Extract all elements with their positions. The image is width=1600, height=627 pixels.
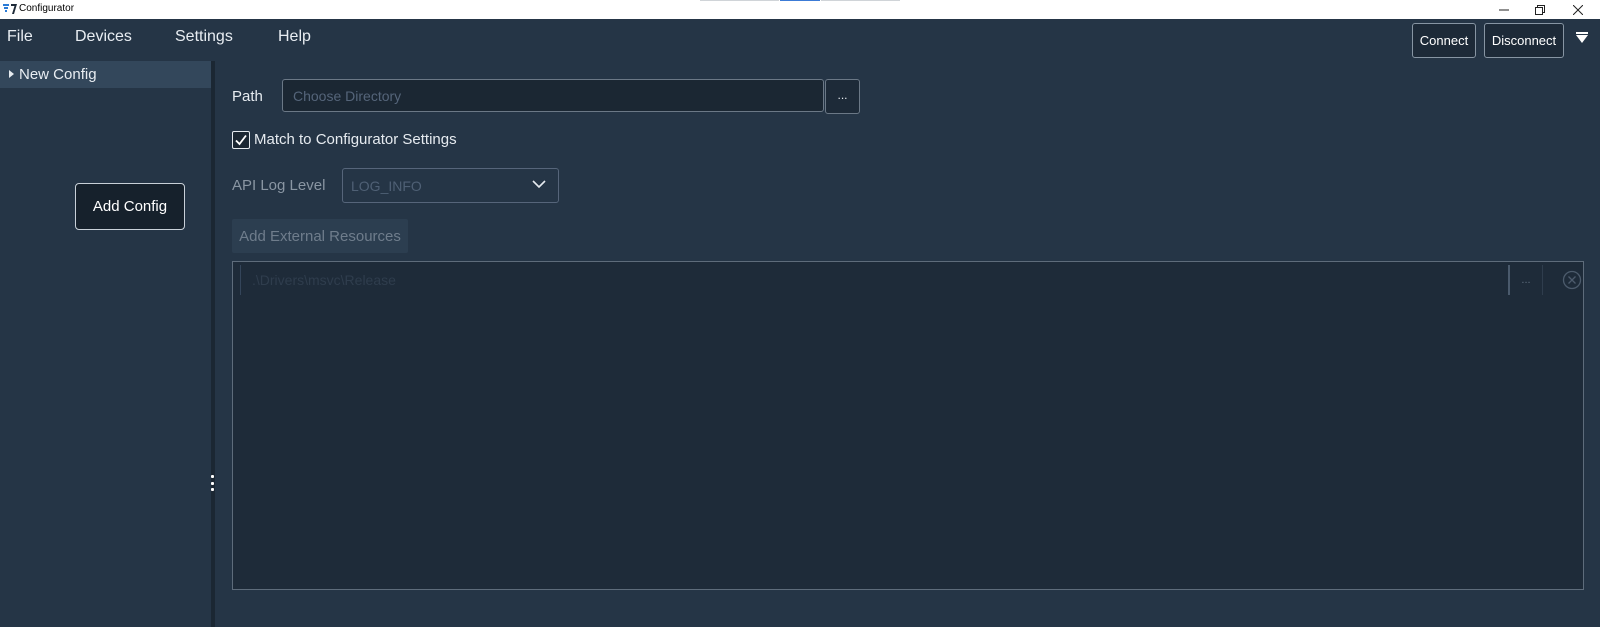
match-settings-checkbox[interactable]: [232, 131, 250, 149]
title-bar-decoration: [700, 0, 900, 2]
config-sidebar: New Config Add Config: [0, 61, 211, 627]
checkmark-icon: [235, 134, 247, 146]
splitter[interactable]: [211, 61, 215, 627]
list-item: ...: [240, 265, 1582, 295]
path-input[interactable]: [282, 79, 824, 112]
caret-right-icon[interactable]: [9, 70, 14, 78]
menu-settings[interactable]: Settings: [175, 28, 233, 46]
log-level-value: LOG_INFO: [351, 178, 422, 194]
minimize-button[interactable]: [1486, 0, 1522, 19]
resource-browse-button[interactable]: ...: [1508, 265, 1543, 295]
menu-file[interactable]: File: [7, 28, 33, 46]
restore-icon: [1535, 4, 1545, 15]
external-resources-list: ...: [232, 261, 1584, 590]
splitter-handle-icon[interactable]: [210, 475, 214, 491]
add-external-resources-button[interactable]: Add External Resources: [232, 219, 408, 253]
menu-help[interactable]: Help: [278, 28, 311, 46]
app-logo-icon: [3, 4, 17, 14]
log-level-select[interactable]: LOG_INFO: [342, 168, 559, 203]
disconnect-button[interactable]: Disconnect: [1484, 23, 1564, 58]
minimize-icon: [1499, 9, 1509, 10]
close-icon: [1573, 4, 1583, 15]
connect-button[interactable]: Connect: [1412, 23, 1476, 58]
browse-path-button[interactable]: ...: [825, 79, 860, 114]
resource-path-input[interactable]: [244, 265, 1504, 295]
menu-devices[interactable]: Devices: [75, 28, 132, 46]
restore-button[interactable]: [1522, 0, 1558, 19]
log-level-label: API Log Level: [232, 177, 326, 194]
menu-bar: File Devices Settings Help Connect Disco…: [0, 19, 1600, 59]
title-bar: Configurator: [0, 0, 1600, 19]
window-title: Configurator: [19, 3, 75, 14]
add-config-button[interactable]: Add Config: [75, 183, 185, 230]
close-button[interactable]: [1560, 0, 1596, 19]
path-label: Path: [232, 88, 263, 105]
remove-circle-icon[interactable]: [1562, 270, 1582, 290]
caret-down-icon[interactable]: [1576, 32, 1588, 43]
app-window: File Devices Settings Help Connect Disco…: [0, 19, 1600, 627]
chevron-down-icon: [532, 180, 546, 189]
row-divider: [240, 265, 241, 295]
tree-item-label: New Config: [19, 66, 97, 83]
tree-item-new-config[interactable]: New Config: [0, 61, 211, 88]
match-settings-label: Match to Configurator Settings: [254, 131, 457, 148]
